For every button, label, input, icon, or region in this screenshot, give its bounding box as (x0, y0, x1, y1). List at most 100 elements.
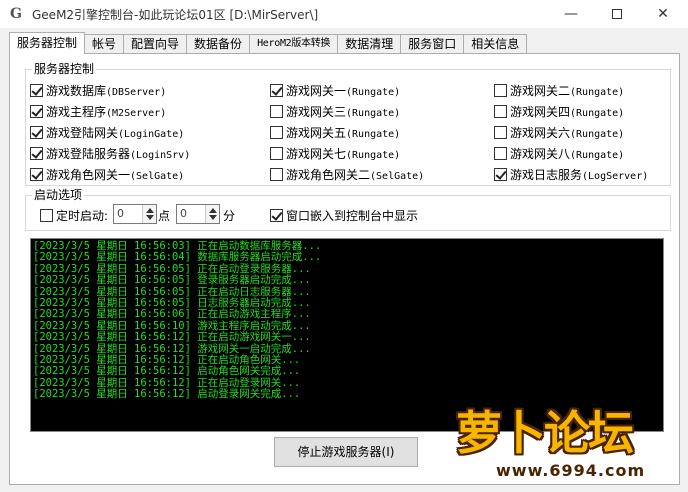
server-name: 游戏角色网关二 (286, 167, 371, 182)
server-checkbox-label: 游戏网关八(Rungate) (510, 145, 624, 162)
server-name: 游戏网关六 (510, 125, 571, 140)
spin-up-icon[interactable] (146, 208, 154, 213)
close-button[interactable]: ✕ (640, 0, 686, 28)
tab-about[interactable]: 相关信息 (463, 34, 528, 54)
server-checkbox[interactable]: 游戏网关四(Rungate) (494, 103, 624, 119)
tab-service-window[interactable]: 服务窗口 (400, 34, 465, 54)
server-exe: (Rungate) (570, 128, 625, 140)
watermark-url: www.6994.com (496, 461, 646, 480)
server-exe: (M2Server) (106, 107, 167, 119)
checkbox-icon (30, 125, 43, 139)
server-checkbox[interactable]: 游戏数据库(DBServer) (30, 82, 166, 98)
server-checkbox[interactable]: 游戏登陆服务器(LoginSrv) (30, 145, 190, 161)
tab-herom2-convert[interactable]: HeroM2版本转换 (249, 34, 339, 54)
server-exe: (SelGate) (130, 170, 185, 182)
server-name: 游戏数据库 (46, 83, 107, 98)
server-checkbox[interactable]: 游戏网关三(Rungate) (270, 103, 400, 119)
server-name: 游戏网关七 (286, 146, 347, 161)
server-name: 游戏网关四 (510, 104, 571, 119)
server-checkbox-label: 游戏网关五(Rungate) (286, 124, 400, 141)
server-exe: (DBServer) (106, 86, 167, 98)
server-checkbox-label: 游戏网关四(Rungate) (510, 103, 624, 120)
tab-config-wizard[interactable]: 配置向导 (123, 34, 188, 54)
watermark-text: 萝卜论坛 (456, 406, 634, 460)
hour-unit-label: 点 (158, 209, 171, 223)
server-checkbox[interactable]: 游戏网关六(Rungate) (494, 124, 624, 140)
server-checkbox[interactable]: 游戏网关二(Rungate) (494, 82, 624, 98)
checkbox-icon (270, 146, 283, 160)
server-name: 游戏网关二 (510, 83, 571, 98)
hour-value: 0 (117, 207, 124, 220)
server-checkbox[interactable]: 游戏网关一(Rungate) (270, 82, 400, 98)
spin-up-icon[interactable] (209, 208, 217, 213)
checkbox-icon (30, 167, 43, 181)
server-name: 游戏登陆网关 (46, 125, 119, 140)
server-name: 游戏网关五 (286, 125, 347, 140)
server-checkbox[interactable]: 游戏角色网关一(SelGate) (30, 166, 184, 182)
server-checkbox-label: 游戏网关七(Rungate) (286, 145, 400, 162)
server-exe: (LoginGate) (118, 128, 185, 140)
server-checkbox[interactable]: 游戏主程序(M2Server) (30, 103, 166, 119)
hour-spinner-arrows[interactable] (142, 205, 156, 223)
log-lines: [2023/3/5 星期日 16:56:03] 正在启动数据库服务器... [20… (31, 240, 663, 401)
server-checkbox-label: 游戏角色网关二(SelGate) (286, 166, 424, 183)
log-line: [2023/3/5 星期日 16:56:05] 登录服务器启动完成... (33, 274, 311, 287)
tab-data-backup[interactable]: 数据备份 (186, 34, 251, 54)
hour-spinner[interactable]: 0 (113, 204, 157, 224)
stop-server-button[interactable]: 停止游戏服务器(I) (274, 437, 418, 467)
group-title: 服务器控制 (32, 61, 97, 77)
server-exe: (Rungate) (570, 149, 625, 161)
checkbox-icon (40, 208, 53, 222)
embed-window-label: 窗口嵌入到控制台中显示 (286, 208, 419, 223)
checkbox-icon (270, 208, 283, 222)
maximize-button[interactable] (594, 0, 640, 28)
server-exe: (LogServer) (582, 170, 649, 182)
log-line: [2023/3/5 星期日 16:56:12] 正在启动游戏网关一... (33, 331, 311, 344)
title-bar: G GeeM2引擎控制台-如此玩论坛01区 [D:\MirServer\] — … (0, 0, 688, 28)
server-checkbox-label: 游戏数据库(DBServer) (46, 82, 166, 99)
minute-spinner[interactable]: 0 (176, 204, 220, 224)
server-checkbox[interactable]: 游戏日志服务(LogServer) (494, 166, 648, 182)
timed-start-label: 定时启动: (56, 208, 109, 223)
group-title: 启动选项 (32, 187, 85, 203)
server-exe: (LoginSrv) (130, 149, 191, 161)
minute-unit-label: 分 (223, 209, 236, 223)
server-name: 游戏登陆服务器 (46, 146, 131, 161)
server-checkbox-label: 游戏登陆网关(LoginGate) (46, 124, 184, 141)
timed-start-checkbox[interactable]: 定时启动: (40, 207, 108, 223)
maximize-icon (612, 9, 622, 19)
server-checkbox-label: 游戏网关六(Rungate) (510, 124, 624, 141)
server-checkbox[interactable]: 游戏网关五(Rungate) (270, 124, 400, 140)
tab-server-control[interactable]: 服务器控制 (9, 32, 86, 54)
server-name: 游戏网关八 (510, 146, 571, 161)
embed-window-checkbox[interactable]: 窗口嵌入到控制台中显示 (270, 207, 418, 223)
tab-account[interactable]: 帐号 (84, 34, 125, 54)
checkbox-icon (270, 83, 283, 97)
server-checkbox[interactable]: 游戏网关七(Rungate) (270, 145, 400, 161)
checkbox-icon (494, 104, 507, 118)
tab-data-cleanup[interactable]: 数据清理 (337, 34, 402, 54)
minimize-button[interactable]: — (548, 0, 594, 28)
checkbox-icon (494, 83, 507, 97)
tab-bar: 服务器控制 帐号 配置向导 数据备份 HeroM2版本转换 数据清理 服务窗口 … (9, 32, 528, 54)
server-exe: (Rungate) (346, 107, 401, 119)
watermark-logo: 萝卜论坛 www.6994.com (440, 395, 680, 487)
spin-down-icon[interactable] (209, 215, 217, 220)
checkbox-icon (30, 83, 43, 97)
server-exe: (SelGate) (370, 170, 425, 182)
server-checkbox[interactable]: 游戏登陆网关(LoginGate) (30, 124, 184, 140)
server-checkbox-label: 游戏网关三(Rungate) (286, 103, 400, 120)
checkbox-icon (30, 146, 43, 160)
server-exe: (Rungate) (346, 86, 401, 98)
server-exe: (Rungate) (346, 149, 401, 161)
server-checkbox[interactable]: 游戏网关八(Rungate) (494, 145, 624, 161)
minute-value: 0 (180, 207, 187, 220)
minute-spinner-arrows[interactable] (205, 205, 219, 223)
server-exe: (Rungate) (570, 86, 625, 98)
checkbox-icon (270, 104, 283, 118)
checkbox-icon (494, 146, 507, 160)
server-name: 游戏角色网关一 (46, 167, 131, 182)
checkbox-icon (30, 104, 43, 118)
server-checkbox[interactable]: 游戏角色网关二(SelGate) (270, 166, 424, 182)
spin-down-icon[interactable] (146, 215, 154, 220)
